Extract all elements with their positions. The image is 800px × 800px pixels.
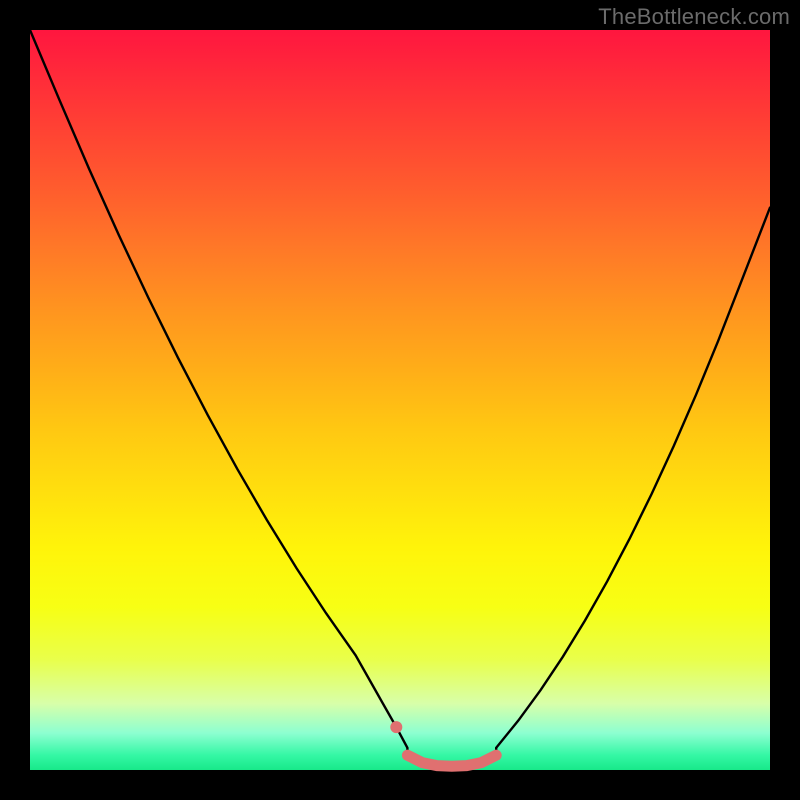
watermark-text: TheBottleneck.com (598, 4, 790, 30)
chart-stage: TheBottleneck.com (0, 0, 800, 800)
gradient-panel (30, 30, 770, 770)
